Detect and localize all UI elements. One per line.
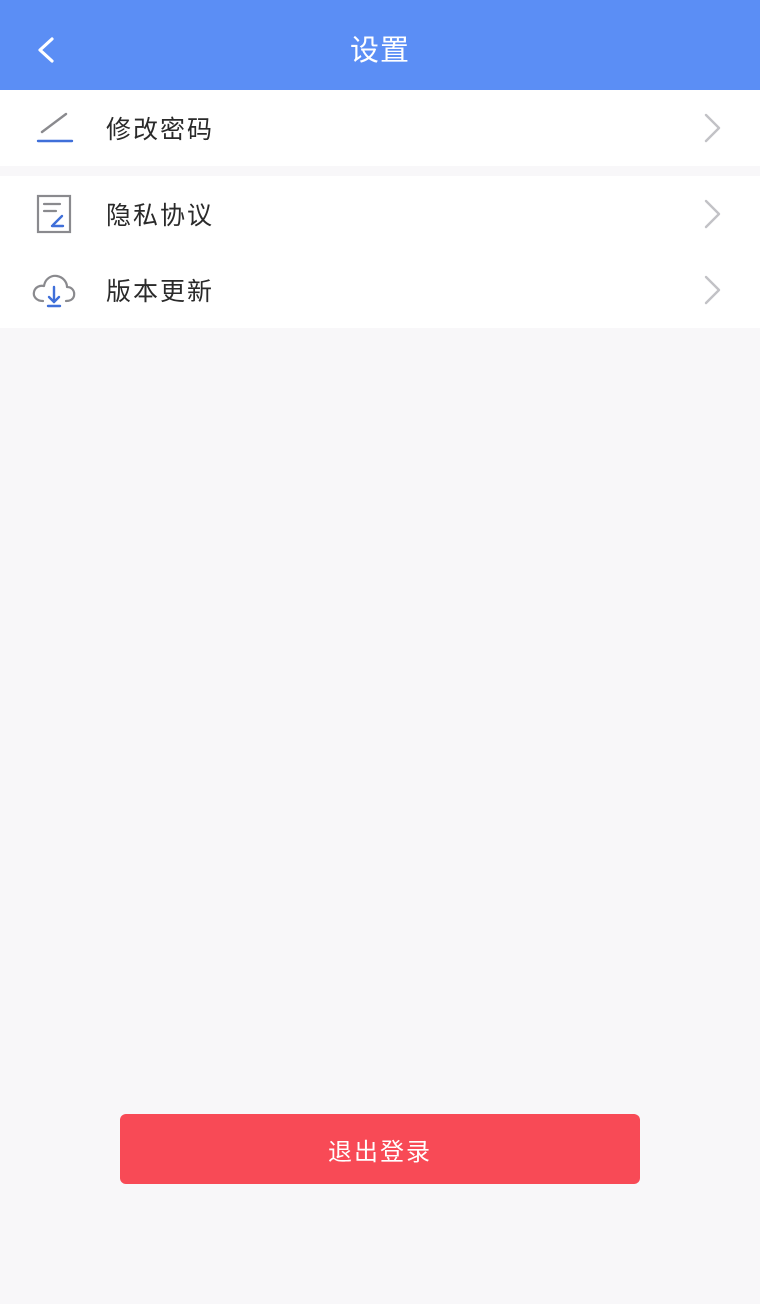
chevron-right-icon [704,113,721,143]
edit-pen-icon [30,104,78,152]
chevron-right-icon [704,275,721,305]
settings-group-account: 修改密码 [0,90,760,166]
logout-button[interactable]: 退出登录 [120,1114,640,1184]
settings-item-label: 版本更新 [106,277,215,306]
settings-item-label: 隐私协议 [106,201,215,230]
document-edit-icon [30,190,78,238]
chevron-right-icon [704,199,721,229]
settings-item-privacy-policy[interactable]: 隐私协议 [0,176,760,252]
page-title: 设置 [349,33,410,67]
settings-item-label: 修改密码 [106,115,215,144]
settings-group-about: 隐私协议 版本更新 [0,176,760,328]
cloud-download-icon [30,266,78,314]
settings-item-version-update[interactable]: 版本更新 [0,252,760,328]
app-header: 设置 [0,0,760,90]
settings-item-change-password[interactable]: 修改密码 [0,90,760,166]
